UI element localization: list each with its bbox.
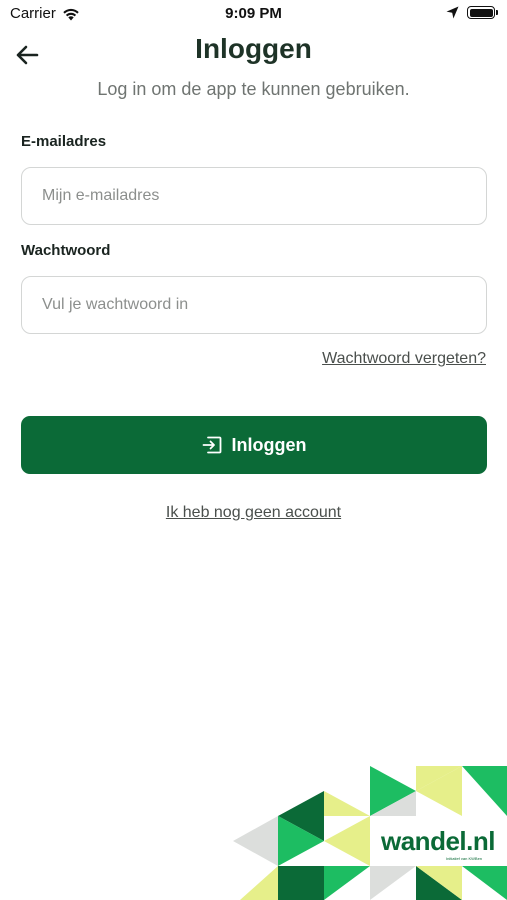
login-button[interactable]: Inloggen [21,416,487,474]
battery-icon [467,6,498,19]
email-field[interactable] [21,167,487,225]
status-bar: Carrier 9:09 PM [0,0,507,30]
logo-tagline: Initiatief van KWBen [446,856,483,861]
no-account-row: Ik heb nog geen account [0,504,507,522]
location-arrow-icon [446,6,459,19]
wandelnl-logo: wandel.nl [381,826,495,856]
login-button-label: Inloggen [231,434,307,455]
page-subtitle: Log in om de app te kunnen gebruiken. [97,79,410,99]
password-field[interactable] [21,276,487,334]
page-title: Inloggen [195,33,312,64]
login-icon [202,436,221,454]
no-account-link[interactable]: Ik heb nog geen account [166,504,341,521]
status-time: 9:09 PM [225,5,282,22]
forgot-password-link[interactable]: Wachtwoord vergeten? [322,350,486,368]
status-right-icons [446,6,498,19]
password-label: Wachtwoord [21,242,111,259]
email-label: E-mailadres [21,133,107,150]
